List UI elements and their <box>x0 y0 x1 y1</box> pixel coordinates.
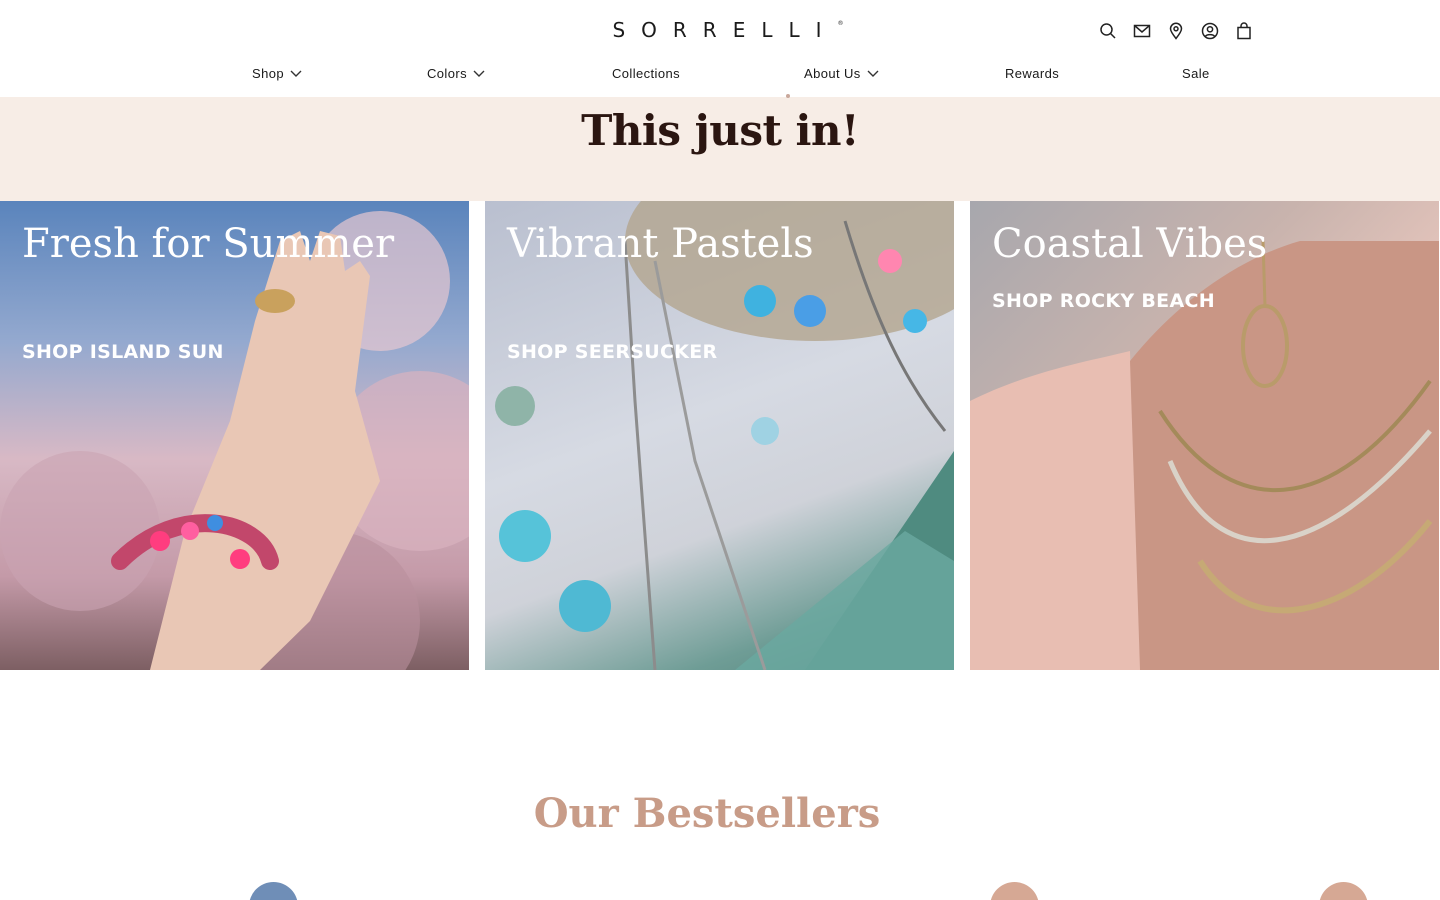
divider-dot <box>786 94 790 98</box>
card-image-necklace-model <box>970 240 1439 670</box>
location-pin-icon[interactable] <box>1166 21 1186 41</box>
header-icons <box>1098 21 1254 41</box>
nav-item-rewards[interactable]: Rewards <box>1005 66 1059 81</box>
bestsellers-title: Our Bestsellers <box>533 790 881 837</box>
chevron-down-icon <box>473 66 485 81</box>
account-icon[interactable] <box>1200 21 1220 41</box>
banner-title: This just in! <box>581 106 859 155</box>
card-shop-link[interactable]: SHOP ROCKY BEACH <box>992 290 1215 312</box>
site-header: SORRELLI® Shop Colors Collections About … <box>0 0 1440 97</box>
nav-item-label: Shop <box>252 66 284 81</box>
bestseller-color-swatch[interactable] <box>990 882 1039 900</box>
shopping-bag-icon[interactable] <box>1234 21 1254 41</box>
card-shop-link[interactable]: SHOP ISLAND SUN <box>22 341 224 363</box>
nav-item-collections[interactable]: Collections <box>612 66 680 81</box>
nav-item-label: Sale <box>1182 66 1210 81</box>
promo-card-fresh-for-summer[interactable]: Fresh for Summer SHOP ISLAND SUN <box>0 201 469 670</box>
new-arrivals-banner: This just in! <box>0 94 1440 201</box>
bestseller-color-swatch[interactable] <box>249 882 298 900</box>
promo-card-vibrant-pastels[interactable]: Vibrant Pastels SHOP SEERSUCKER <box>485 201 954 670</box>
brand-name: SORRELLI <box>612 18 838 42</box>
nav-item-label: Colors <box>427 66 467 81</box>
card-title: Fresh for Summer <box>22 221 395 267</box>
mail-icon[interactable] <box>1132 21 1152 41</box>
promo-card-coastal-vibes[interactable]: Coastal Vibes SHOP ROCKY BEACH <box>970 201 1439 670</box>
card-title: Coastal Vibes <box>992 221 1268 267</box>
search-icon[interactable] <box>1098 21 1118 41</box>
nav-item-about-us[interactable]: About Us <box>804 66 879 81</box>
registered-mark: ® <box>837 20 844 27</box>
nav-item-colors[interactable]: Colors <box>427 66 485 81</box>
main-nav: Shop Colors Collections About Us Rewards… <box>0 66 1440 84</box>
nav-item-shop[interactable]: Shop <box>252 66 302 81</box>
chevron-down-icon <box>867 66 879 81</box>
card-shop-link[interactable]: SHOP SEERSUCKER <box>507 341 717 363</box>
card-title: Vibrant Pastels <box>507 221 814 267</box>
nav-item-label: Rewards <box>1005 66 1060 81</box>
chevron-down-icon <box>290 66 302 81</box>
card-image-jewelry-flatlay <box>495 201 954 670</box>
nav-item-sale[interactable]: Sale <box>1182 66 1210 81</box>
nav-item-label: Collections <box>612 66 680 81</box>
nav-item-label: About Us <box>804 66 861 81</box>
bestseller-color-swatch[interactable] <box>1319 882 1368 900</box>
card-image-hand-blossoms <box>0 211 469 670</box>
